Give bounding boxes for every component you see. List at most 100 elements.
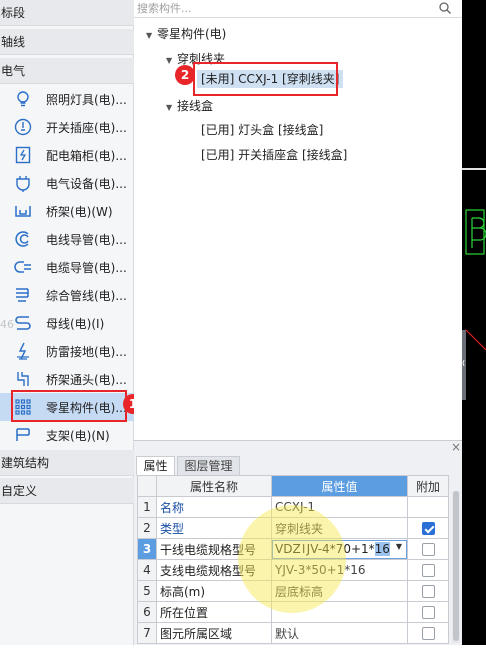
sidebar-item-label: 桥架通头(电)... xyxy=(46,372,127,387)
table-header-row: 属性名称 属性值 附加 xyxy=(137,475,449,497)
sidebar-item-wire-conduit[interactable]: 电线导管(电)... xyxy=(0,225,134,253)
tree-node-item-label: [已用] 灯头盒 [接线盒] xyxy=(201,123,324,137)
extra-cell xyxy=(407,559,449,581)
sidebar-item-label: 照明灯具(电)... xyxy=(46,92,127,107)
sidebar-item-busbar[interactable]: 母线(电)(I) xyxy=(0,309,134,337)
properties-scrollbar[interactable] xyxy=(452,491,460,643)
search-icon[interactable] xyxy=(438,1,452,18)
category-axis-label: 轴线 xyxy=(1,35,26,49)
property-value[interactable]: 穿刺线夹 xyxy=(271,517,408,539)
sidebar-item-label: 电气设备(电)... xyxy=(46,176,127,191)
row-number: 7 xyxy=(137,622,157,644)
lightning-ground-icon xyxy=(13,341,33,361)
value-text-selected: 16 xyxy=(374,542,390,556)
property-value[interactable] xyxy=(271,601,408,623)
sidebar-item-cable-conduit[interactable]: 电缆导管(电)... xyxy=(0,253,134,281)
extra-checkbox[interactable] xyxy=(421,522,435,535)
category-custom[interactable]: 自定义 xyxy=(0,478,134,504)
category-building-structure[interactable]: 建筑结构 xyxy=(0,450,134,476)
value-text-prefix: VDZ xyxy=(275,542,301,556)
sidebar-item-label: 桥架(电)(W) xyxy=(46,204,113,219)
column-header-value: 属性值 xyxy=(271,475,408,497)
integrated-pipeline-icon xyxy=(13,285,33,305)
tree-node-item-label: [已用] 开关插座盒 [接线盒] xyxy=(201,148,348,162)
property-name: 图元所属区域 xyxy=(156,622,272,644)
search-input[interactable] xyxy=(134,0,462,18)
switch-socket-icon xyxy=(13,117,33,137)
sidebar-item-label: 综合管线(电)... xyxy=(46,288,127,303)
tab-layer-management[interactable]: 图层管理 xyxy=(177,456,240,475)
sidebar-item-switch-socket[interactable]: 开关插座(电)... xyxy=(0,113,134,141)
category-axis[interactable]: 轴线 xyxy=(0,29,134,55)
extra-checkbox[interactable] xyxy=(421,543,435,556)
highlight-box-2 xyxy=(193,62,338,96)
property-value[interactable]: CCXJ-1 xyxy=(271,496,408,518)
property-name: 类型 xyxy=(156,517,272,539)
property-value[interactable]: 层底标高 xyxy=(271,580,408,602)
tray-fitting-icon xyxy=(13,369,33,389)
step-badge-2: 2 xyxy=(175,65,195,85)
table-row[interactable]: 4 支线电缆规格型号 YJV-3*50+1*16 xyxy=(137,559,449,581)
drawing-canvas-edge[interactable] xyxy=(462,0,486,645)
cable-conduit-icon xyxy=(13,257,33,277)
property-name: 干线电缆规格型号 xyxy=(156,538,272,560)
cable-spec-input[interactable]: VDZ I JV-4*70+1* 16 ▼ xyxy=(272,539,407,559)
extra-cell xyxy=(407,580,449,602)
property-name: 所在位置 xyxy=(156,601,272,623)
row-number: 1 xyxy=(137,496,157,518)
faint-number: 46 xyxy=(0,318,14,331)
expand-triangle-icon[interactable]: ▼ xyxy=(146,31,157,40)
highlight-box-1 xyxy=(11,390,127,422)
row-number: 5 xyxy=(137,580,157,602)
tree-node-lamp-box[interactable]: [已用] 灯头盒 [接线盒] xyxy=(201,121,323,138)
extra-checkbox[interactable] xyxy=(421,564,435,577)
sidebar-item-distribution-box[interactable]: 配电箱柜(电)... xyxy=(0,141,134,169)
properties-panel: × 属性 图层管理 属性名称 属性值 附加 1 名称 CCXJ-1 2 类型 穿… xyxy=(134,440,462,645)
extra-checkbox[interactable] xyxy=(421,585,435,598)
property-value[interactable]: 默认 xyxy=(271,622,408,644)
category-building-label: 建筑结构 xyxy=(1,456,50,470)
category-custom-label: 自定义 xyxy=(1,484,38,498)
tab-properties[interactable]: 属性 xyxy=(136,456,175,475)
column-header-name: 属性名称 xyxy=(156,475,272,497)
sidebar-item-lighting[interactable]: 照明灯具(电)... xyxy=(0,85,134,113)
sidebar-item-bracket[interactable]: 支架(电)(N) xyxy=(0,421,134,449)
category-segment[interactable]: 标段 xyxy=(0,0,134,26)
property-value[interactable]: YJV-3*50+1*16 xyxy=(271,559,408,581)
wire-conduit-icon xyxy=(13,229,33,249)
category-electrical[interactable]: 电气 xyxy=(0,58,134,84)
tree-node-group-junction-box[interactable]: ▼ 接线盒 xyxy=(166,97,213,114)
busbar-icon xyxy=(13,313,33,333)
scrollbar-thumb[interactable] xyxy=(453,491,459,641)
table-row[interactable]: 1 名称 CCXJ-1 xyxy=(137,496,449,518)
sidebar-item-cable-tray[interactable]: 桥架(电)(W) xyxy=(0,197,134,225)
table-row[interactable]: 5 标高(m) 层底标高 xyxy=(137,580,449,602)
table-row[interactable]: 6 所在位置 xyxy=(137,601,449,623)
sidebar-item-label: 母线(电)(I) xyxy=(46,316,105,331)
close-icon[interactable]: × xyxy=(451,440,461,454)
sidebar-item-lightning-ground[interactable]: 防雷接地(电)... xyxy=(0,337,134,365)
property-name: 支线电缆规格型号 xyxy=(156,559,272,581)
tree-node-root-label: 零星构件(电) xyxy=(157,27,227,41)
expand-triangle-icon[interactable]: ▼ xyxy=(166,103,177,112)
tree-node-switch-box[interactable]: [已用] 开关插座盒 [接线盒] xyxy=(201,146,347,163)
value-text-main: JV-4*70+1* xyxy=(306,542,375,556)
extra-checkbox[interactable] xyxy=(421,606,435,619)
tab-layer-label: 图层管理 xyxy=(184,459,233,473)
sidebar-item-label: 电缆导管(电)... xyxy=(46,260,127,275)
dropdown-arrow-icon[interactable]: ▼ xyxy=(396,542,402,551)
table-row[interactable]: 7 图元所属区域 默认 xyxy=(137,622,449,644)
sidebar-item-label: 电线导管(电)... xyxy=(46,232,127,247)
expand-triangle-icon[interactable]: ▼ xyxy=(166,56,177,65)
sidebar-item-integrated-pipeline[interactable]: 综合管线(电)... xyxy=(0,281,134,309)
sidebar-item-tray-fitting[interactable]: 桥架通头(电)... xyxy=(0,365,134,393)
table-row[interactable]: 2 类型 穿刺线夹 xyxy=(137,517,449,539)
extra-cell xyxy=(407,622,449,644)
property-name: 标高(m) xyxy=(156,580,272,602)
column-header-extra: 附加 xyxy=(407,475,449,497)
sidebar-item-electrical-device[interactable]: 电气设备(电)... xyxy=(0,169,134,197)
tree-node-root[interactable]: ▼ 零星构件(电) xyxy=(146,25,226,42)
property-value-editor[interactable]: VDZ I JV-4*70+1* 16 ▼ xyxy=(271,538,408,560)
extra-checkbox[interactable] xyxy=(421,627,435,640)
table-row[interactable]: 3 干线电缆规格型号 VDZ I JV-4*70+1* 16 ▼ xyxy=(137,538,449,560)
